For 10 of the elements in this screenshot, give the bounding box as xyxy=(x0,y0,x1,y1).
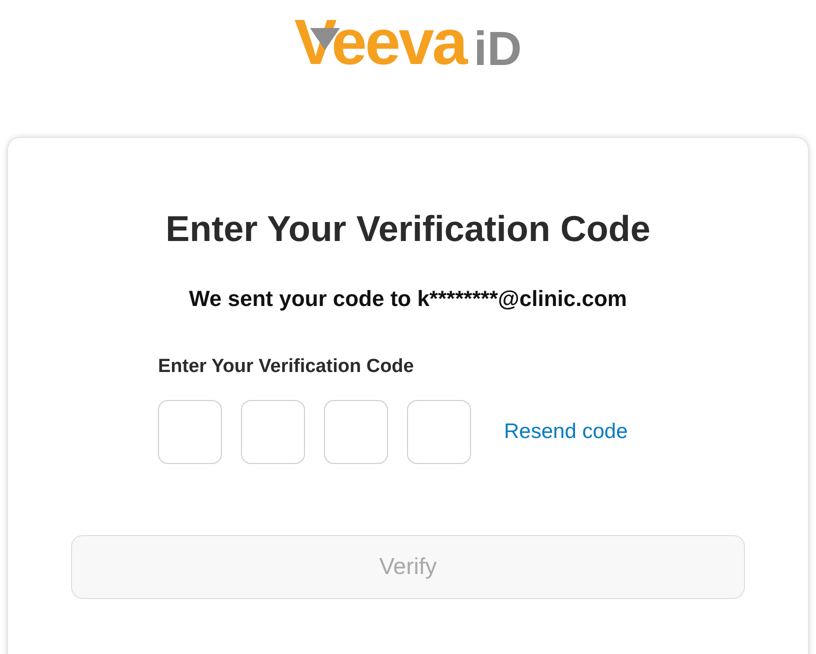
logo: Veeva iD xyxy=(294,10,522,74)
code-digit-field[interactable] xyxy=(324,400,388,464)
code-digit-field[interactable] xyxy=(407,400,471,464)
field-label: Enter Your Verification Code xyxy=(158,355,415,379)
page-title: Enter Your Verification Code xyxy=(166,207,650,251)
message: We sent your code to k********@clinic.com xyxy=(189,285,627,313)
triangle-icon xyxy=(310,28,340,50)
code-digit-field[interactable] xyxy=(158,400,222,464)
code-digit-field[interactable] xyxy=(241,400,305,464)
resend-code-link[interactable]: Resend code xyxy=(504,416,628,448)
